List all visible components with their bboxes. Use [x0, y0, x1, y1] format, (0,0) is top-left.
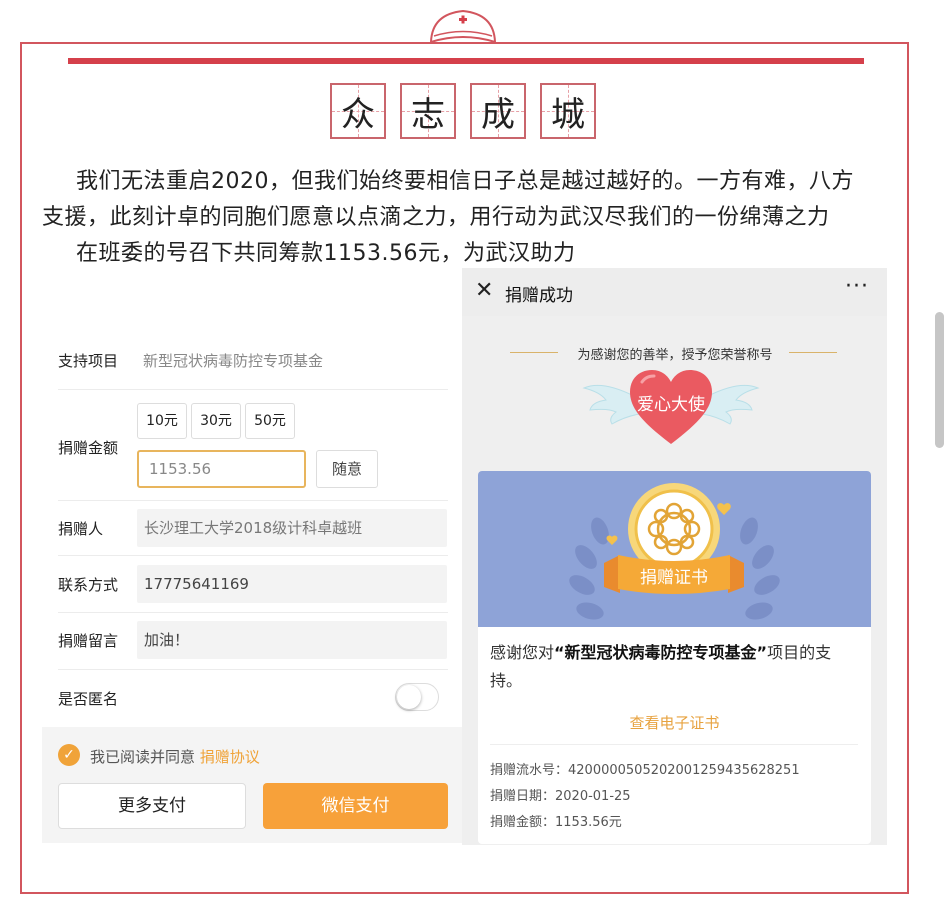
badge-title: 爱心大使 — [637, 394, 705, 415]
winged-heart-icon: 爱心大使 — [582, 370, 760, 444]
agreement-text: 我已阅读并同意 捐赠协议 — [90, 746, 260, 767]
donor-label: 捐赠人 — [58, 520, 104, 538]
header-divider — [68, 58, 864, 64]
title-char: 城 — [540, 83, 596, 139]
donation-success-panel: ✕ 捐赠成功 ··· 为感谢您的善举，授予您荣誉称号 爱心大使 捐赠证书 感谢您… — [462, 268, 887, 845]
divider — [58, 669, 448, 670]
contact-field[interactable]: 17775641169 — [137, 565, 447, 603]
divider — [490, 744, 858, 745]
anonymous-toggle[interactable] — [395, 683, 439, 711]
intro-line-2: 支援，此刻计卓的同胞们愿意以点滴之力，用行动为武汉尽我们的一份绵薄之力 — [42, 205, 830, 230]
wechat-pay-button[interactable]: 微信支付 — [263, 783, 448, 829]
certificate-medal-icon: 捐赠证书 — [569, 483, 780, 620]
page-scrollbar[interactable] — [935, 312, 944, 448]
divider — [58, 555, 448, 556]
message-field[interactable]: 加油！ — [137, 621, 447, 659]
anonymous-label: 是否匿名 — [58, 690, 119, 708]
random-amount-button[interactable]: 随意 — [316, 450, 378, 488]
donation-date: 捐赠日期：2020-01-25 — [490, 789, 631, 804]
agree-label: 我已阅读并同意 — [90, 748, 196, 766]
donation-amount: 捐赠金额：1153.56元 — [490, 815, 622, 830]
title-char: 众 — [330, 83, 386, 139]
intro-line-1: 我们无法重启2020，但我们始终要相信日子总是越过越好的。一方有难，八方 — [76, 169, 854, 194]
amount-option-30[interactable]: 30元 — [191, 403, 241, 439]
more-icon[interactable]: ··· — [845, 274, 869, 299]
donor-row: 捐赠人 长沙理工大学2018级计科卓越班 — [42, 509, 447, 549]
amount-option-10[interactable]: 10元 — [137, 403, 187, 439]
project-label: 支持项目 — [58, 352, 119, 370]
project-value: 新型冠状病毒防控专项基金 — [143, 352, 324, 370]
view-certificate-link[interactable]: 查看电子证书 — [478, 712, 871, 733]
more-payment-button[interactable]: 更多支付 — [58, 783, 246, 829]
message-label: 捐赠留言 — [58, 632, 119, 650]
toggle-knob — [397, 685, 421, 709]
intro-line-3: 在班委的号召下共同筹款1153.56元，为武汉助力 — [76, 241, 576, 266]
serial-number: 捐赠流水号：4200000505202001259435628251 — [490, 763, 800, 778]
certificate-card: 捐赠证书 感谢您对“新型冠状病毒防控专项基金”项目的支持。 查看电子证书 捐赠流… — [478, 471, 871, 844]
success-header: ✕ 捐赠成功 ··· — [462, 268, 887, 316]
amount-label: 捐赠金额 — [58, 439, 119, 457]
contact-label: 联系方式 — [58, 576, 119, 594]
certificate-banner: 捐赠证书 — [478, 471, 871, 627]
contact-row: 联系方式 17775641169 — [42, 565, 447, 605]
divider — [58, 612, 448, 613]
thanks-message: 感谢您对“新型冠状病毒防控专项基金”项目的支持。 — [490, 643, 832, 690]
divider — [58, 500, 448, 501]
divider — [58, 389, 448, 390]
nurse-cap-icon — [429, 9, 497, 44]
title-char: 志 — [400, 83, 456, 139]
page-title: 众 志 成 城 — [330, 83, 596, 139]
agreement-link[interactable]: 捐赠协议 — [200, 748, 260, 766]
amount-option-50[interactable]: 50元 — [245, 403, 295, 439]
title-char: 成 — [470, 83, 526, 139]
love-ambassador-badge: 爱心大使 — [582, 358, 760, 448]
donor-field[interactable]: 长沙理工大学2018级计科卓越班 — [137, 509, 447, 547]
message-row: 捐赠留言 加油！ — [42, 621, 447, 661]
checkmark-icon[interactable]: ✓ — [58, 744, 80, 766]
certificate-ribbon-text: 捐赠证书 — [640, 568, 708, 588]
amount-input[interactable]: 1153.56 — [137, 450, 306, 488]
close-icon[interactable]: ✕ — [475, 278, 493, 303]
success-title: 捐赠成功 — [505, 286, 573, 306]
